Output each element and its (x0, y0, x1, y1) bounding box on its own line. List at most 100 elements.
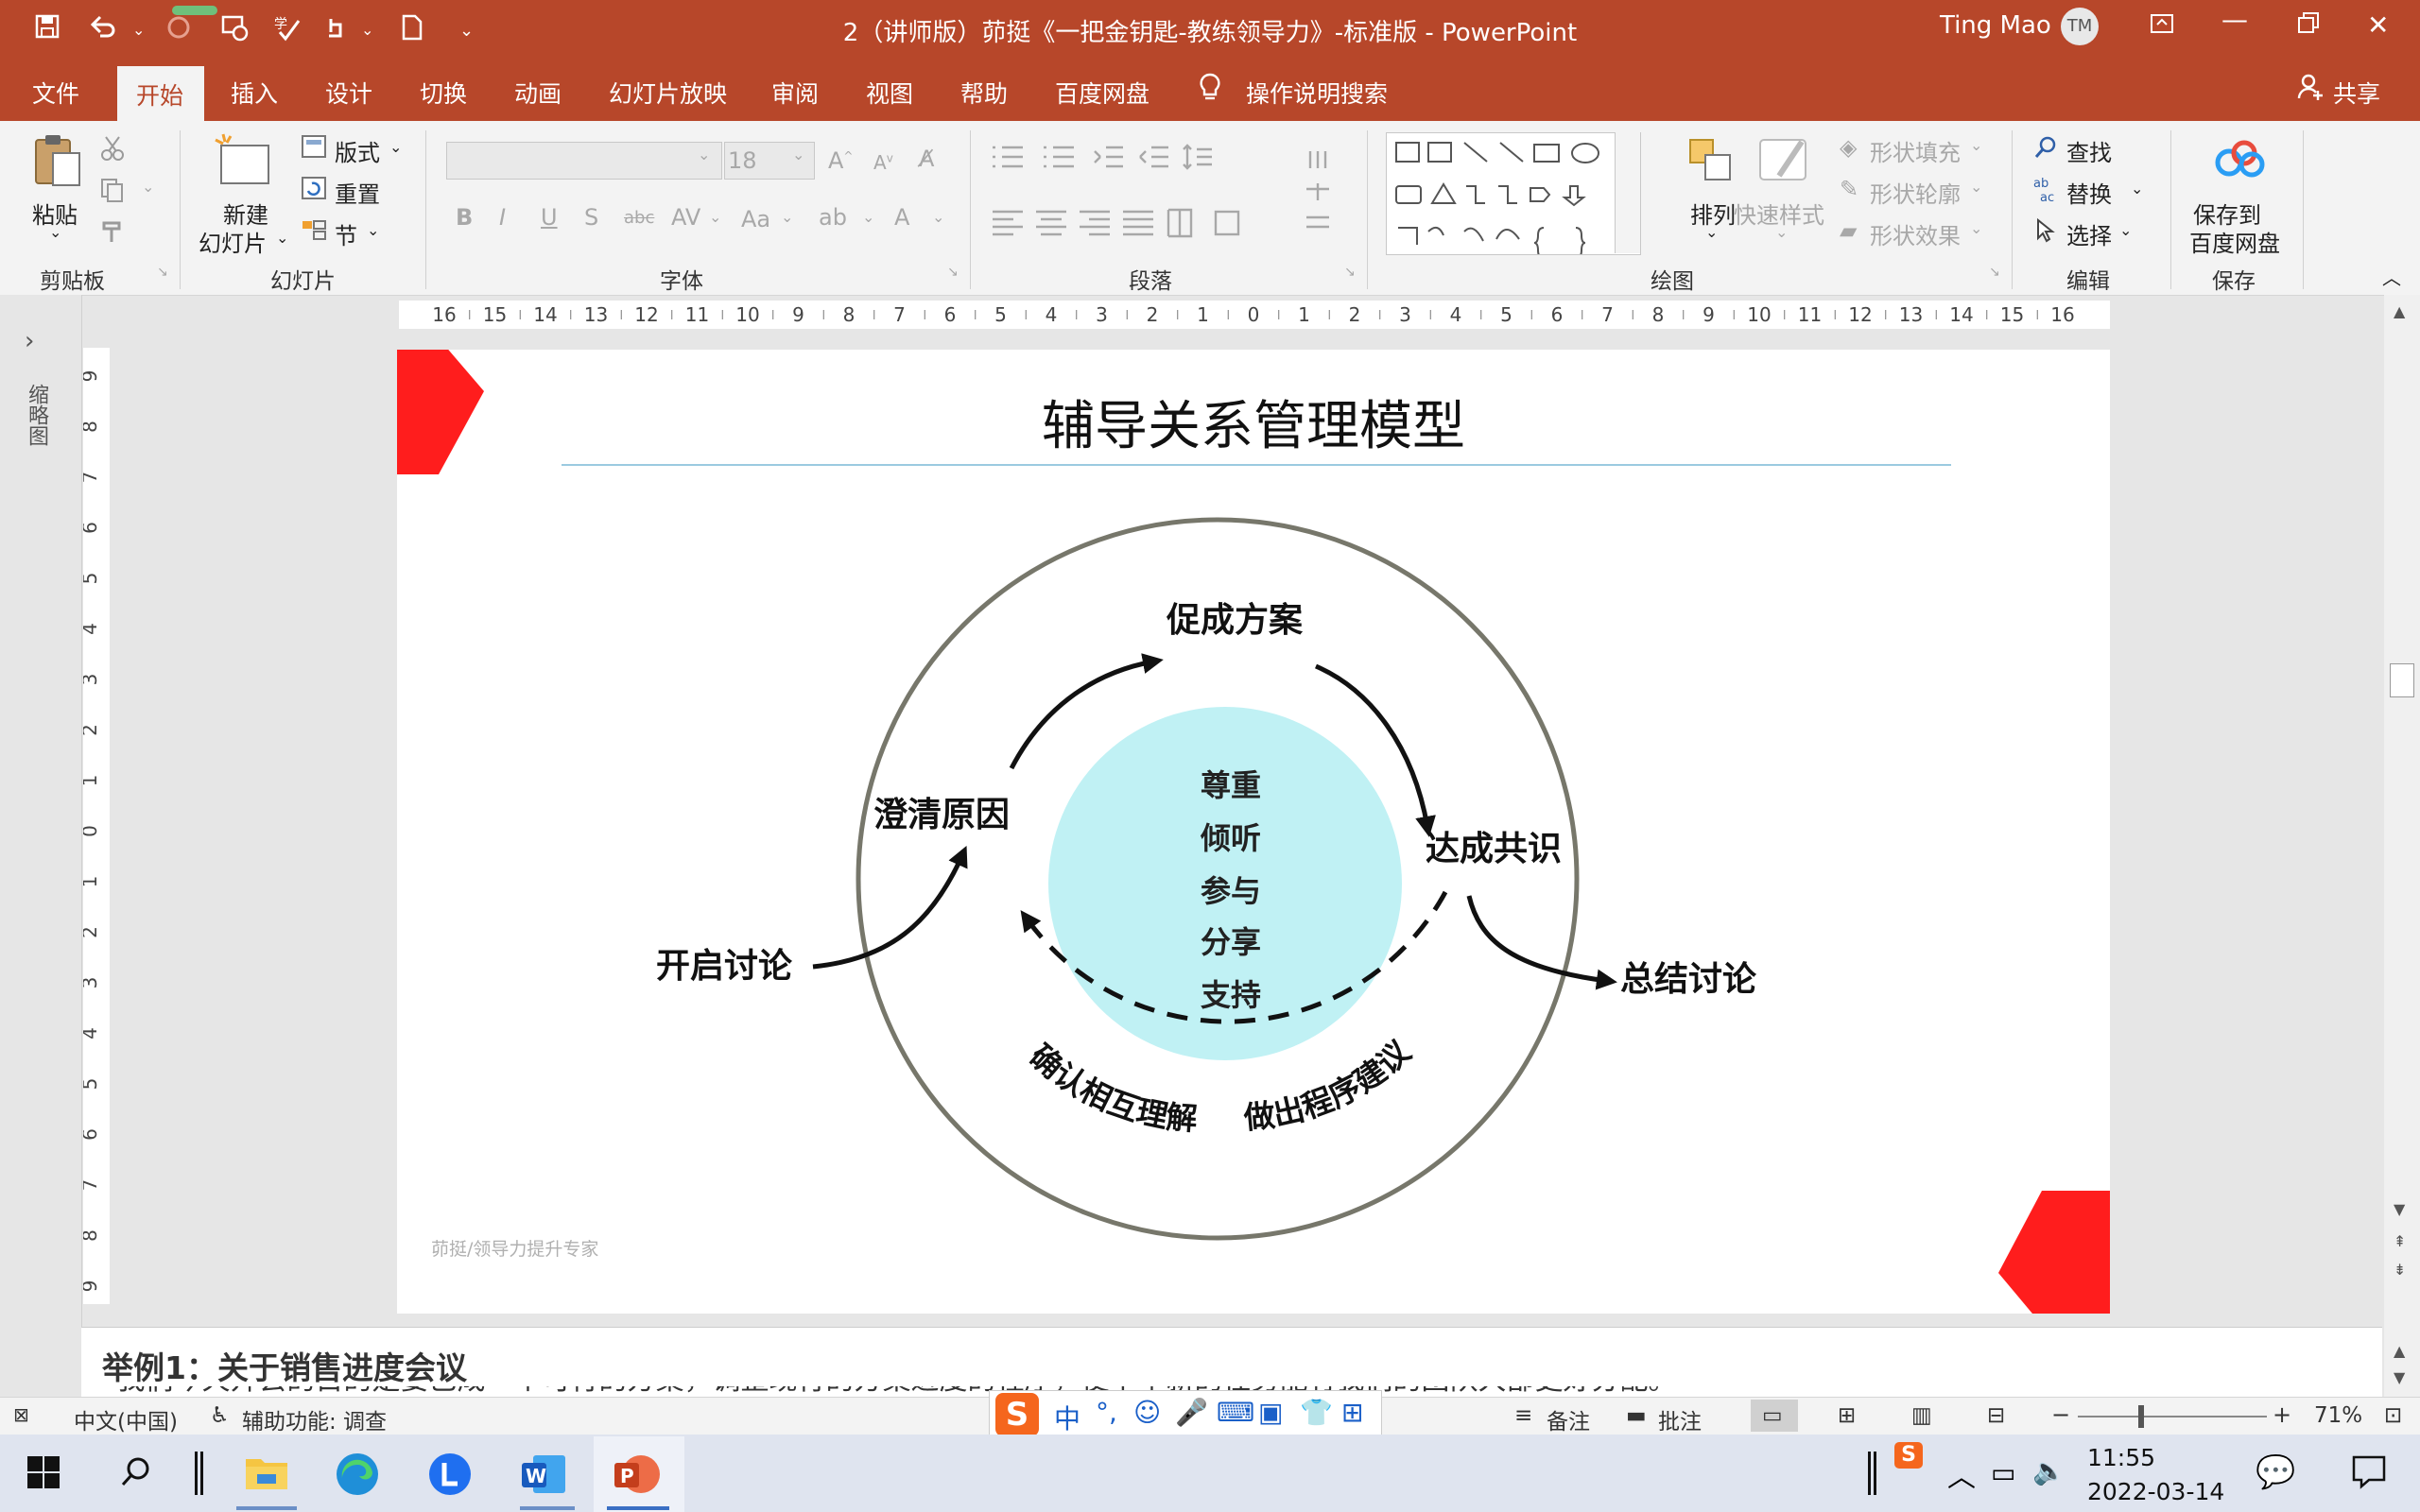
ime-toolbar[interactable]: S 中 °, ☺ 🎤 ⌨ ▣ 👕 ⊞ (989, 1390, 1382, 1439)
quick-styles-icon[interactable] (1754, 132, 1815, 195)
edge-icon[interactable] (335, 1452, 380, 1501)
shape-outline-icon[interactable]: ✎ (1840, 176, 1858, 202)
windows-start-icon[interactable] (26, 1455, 60, 1493)
collapse-ribbon-icon[interactable]: ︿ (2382, 263, 2401, 290)
layout-dropdown-icon[interactable]: ⌄ (389, 138, 402, 156)
new-slide-dropdown-icon[interactable]: ⌄ (276, 229, 288, 247)
slide-canvas[interactable]: 辅导关系管理模型 尊重 倾听 参与 分享 支持 开启讨论 澄清原因 促成方案 达… (372, 338, 2112, 1325)
font-name-combobox[interactable] (446, 142, 722, 180)
paragraph-launcher-icon[interactable]: ↘ (1344, 265, 1356, 280)
fit-to-window-icon[interactable]: ⊡ (2384, 1403, 2402, 1428)
minimize-icon[interactable]: — (2221, 4, 2248, 35)
drawing-launcher-icon[interactable]: ↘ (1989, 265, 2000, 280)
spacing-dropdown-icon[interactable]: ⌄ (709, 208, 721, 226)
horizontal-ruler[interactable]: 16 15 14 13 12 11 10 9 8 7 6 5 4 3 2 1 0 1 2 3 4 5 6 7 8 9 10 11 12 1… (399, 301, 2110, 329)
clipboard-launcher-icon[interactable]: ↘ (157, 265, 168, 280)
shape-fill-dropdown-icon[interactable]: ⌄ (1970, 136, 1982, 154)
tell-me-search[interactable]: 操作说明搜索 (1246, 76, 1388, 110)
slide-title[interactable]: 辅导关系管理模型 (1042, 396, 1465, 457)
shapes-gallery-scroll[interactable] (1615, 132, 1640, 253)
vertical-ruler[interactable]: 9 8 7 6 5 4 3 2 1 0 1 2 3 4 5 6 7 8 9 (78, 348, 110, 1304)
battery-icon[interactable]: ▭ (1991, 1457, 2015, 1488)
ime-language-toggle[interactable]: 中 (1054, 1399, 1080, 1436)
sogou-ime-icon[interactable]: S (995, 1393, 1039, 1436)
notes-toggle-icon[interactable]: ≡ (1514, 1403, 1532, 1428)
underline-icon[interactable]: U (541, 204, 558, 231)
tab-review[interactable]: 审阅 (771, 76, 819, 110)
wechat-tray-icon[interactable]: 💬 (2256, 1453, 2295, 1491)
close-icon[interactable]: ✕ (2367, 9, 2389, 41)
decrease-font-icon[interactable]: Av (873, 151, 893, 174)
copy-dropdown-icon[interactable]: ⌄ (142, 178, 154, 196)
volume-icon[interactable]: 🔈 (2032, 1455, 2066, 1486)
show-hidden-icons-icon[interactable]: ︿ (1947, 1453, 1976, 1495)
clear-formatting-icon[interactable]: A̸ (919, 146, 934, 172)
tab-transitions[interactable]: 切换 (420, 76, 467, 110)
replace-dropdown-icon[interactable]: ⌄ (2131, 180, 2143, 198)
notes-scroll-up-icon[interactable]: ▲ (2394, 1342, 2405, 1360)
restore-icon[interactable] (2295, 9, 2322, 43)
reading-view-icon[interactable]: ▥ (1911, 1403, 1932, 1428)
taskbar-time[interactable]: 11:55 (2087, 1444, 2155, 1471)
paste-icon[interactable] (30, 132, 83, 197)
shape-effects-icon[interactable]: ▰ (1840, 217, 1857, 244)
expand-thumbnails-icon[interactable]: › (25, 327, 34, 355)
user-name[interactable]: Ting Mao (1940, 11, 2051, 40)
arrange-dropdown-icon[interactable]: ⌄ (1705, 223, 1718, 241)
comments-button[interactable]: 批注 (1658, 1403, 1702, 1435)
tab-insert[interactable]: 插入 (231, 76, 278, 110)
zoom-slider-thumb[interactable] (2138, 1405, 2144, 1428)
shape-outline-button[interactable]: 形状轮廓 (1870, 176, 1961, 209)
font-launcher-icon[interactable]: ↘ (947, 265, 959, 280)
step-clarify-reason[interactable]: 澄清原因 (873, 796, 1010, 834)
font-color-icon[interactable]: A (894, 204, 909, 231)
tab-help[interactable]: 帮助 (960, 76, 1008, 110)
ribbon-display-icon[interactable] (2148, 9, 2176, 44)
zoom-level[interactable]: 71% (2314, 1403, 2362, 1428)
replace-button[interactable]: 替换 (2066, 176, 2112, 209)
font-size-dropdown-icon[interactable]: ⌄ (792, 146, 804, 163)
shape-fill-button[interactable]: 形状填充 (1870, 134, 1961, 167)
step-promote-solution[interactable]: 促成方案 (1166, 601, 1304, 640)
find-button[interactable]: 查找 (2066, 134, 2112, 167)
tab-animations[interactable]: 动画 (514, 76, 562, 110)
search-icon[interactable] (119, 1455, 153, 1493)
vertical-scrollbar[interactable]: ▲ ▼ ⇞ ⇟ ▲ ▼ (2384, 295, 2420, 1399)
strikethrough-icon[interactable]: abc (624, 208, 654, 228)
notes-scroll-down-icon[interactable]: ▼ (2394, 1368, 2405, 1386)
shape-effects-dropdown-icon[interactable]: ⌄ (1970, 219, 1982, 237)
text-shadow-icon[interactable]: S (584, 204, 598, 231)
word-icon[interactable]: W (520, 1452, 567, 1501)
notes-pane[interactable]: 举例1：关于销售进度会议 “我们今天开会的目的是要已成一个可行的方案，调整现行的… (81, 1327, 2382, 1398)
language-status[interactable]: 中文(中国) (74, 1403, 178, 1435)
sogou-tray-icon[interactable]: S (1894, 1442, 1923, 1469)
shape-effects-button[interactable]: 形状效果 (1870, 217, 1961, 250)
step-confirm-understanding[interactable]: 确认相互理解 (1023, 1038, 1199, 1138)
ime-tools-icon[interactable]: ▣ (1258, 1397, 1283, 1428)
quick-styles-dropdown-icon[interactable]: ⌄ (1775, 223, 1788, 241)
zoom-slider-track[interactable] (2078, 1416, 2267, 1418)
step-reach-consensus[interactable]: 达成共识 (1426, 830, 1562, 868)
section-button[interactable]: 节 (335, 217, 357, 250)
ime-punctuation-toggle[interactable]: °, (1096, 1397, 1117, 1428)
tab-file[interactable]: 文件 (32, 76, 79, 110)
increase-font-icon[interactable]: A^ (828, 147, 853, 174)
cut-icon[interactable] (98, 134, 127, 166)
find-icon[interactable] (2032, 134, 2059, 164)
slide-sorter-icon[interactable]: ⊞ (1838, 1403, 1856, 1428)
arrange-icon[interactable] (1685, 134, 1737, 191)
reset-button[interactable]: 重置 (335, 176, 380, 209)
ime-keyboard-icon[interactable]: ⌨ (1217, 1397, 1254, 1428)
next-slide-icon[interactable]: ⇟ (2394, 1261, 2406, 1279)
baidu-cloud-icon[interactable] (2212, 138, 2269, 185)
tab-view[interactable]: 视图 (866, 76, 913, 110)
shape-fill-icon[interactable]: ◈ (1840, 134, 1857, 161)
tab-baidu[interactable]: 百度网盘 (1055, 76, 1150, 110)
slide-footer[interactable]: 茆挺/领导力提升专家 (431, 1239, 598, 1260)
paragraph-tools-icon[interactable] (989, 142, 1357, 249)
share-icon[interactable] (2297, 72, 2325, 108)
scrollbar-thumb[interactable] (2390, 663, 2414, 697)
layout-icon[interactable] (301, 134, 327, 163)
tab-home[interactable]: 开始 (117, 66, 204, 121)
scroll-up-icon[interactable]: ▲ (2394, 302, 2405, 320)
